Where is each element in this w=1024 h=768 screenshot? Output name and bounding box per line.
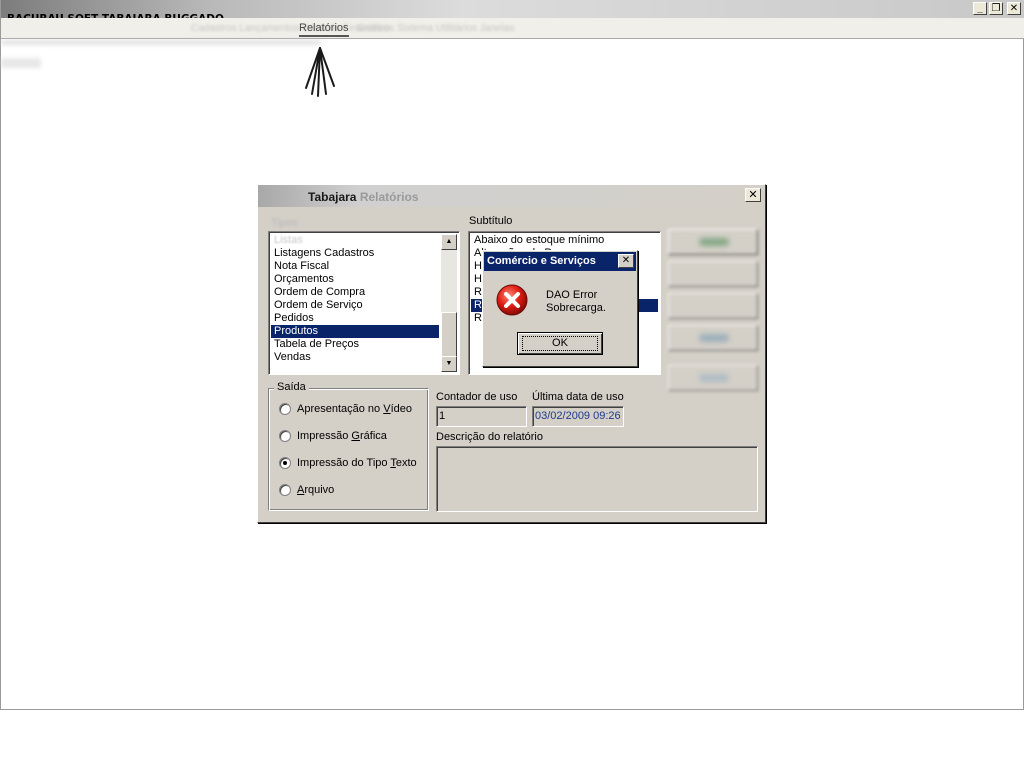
saida-option[interactable]: Apresentação no Vídeo xyxy=(279,403,412,415)
saida-option-label: Impressão do Tipo Texto xyxy=(297,457,417,469)
contador-label: Contador de uso xyxy=(436,391,518,403)
dialog-close-button[interactable]: ✕ xyxy=(745,188,761,202)
radio-button[interactable] xyxy=(279,484,291,496)
close-app-button[interactable]: ✕ xyxy=(1007,2,1021,15)
menu-relatorios[interactable]: Relatórios xyxy=(299,22,349,37)
radio-button[interactable] xyxy=(279,403,291,415)
radio-button[interactable] xyxy=(279,457,291,469)
tipos-label: Tipos xyxy=(271,217,298,229)
subtitulo-list-item[interactable]: Abaixo do estoque mínimo xyxy=(471,234,658,247)
tipos-list-item[interactable]: Ordem de Compra xyxy=(271,286,439,299)
tipos-list-item[interactable]: Vendas xyxy=(271,351,439,364)
tipos-list-item[interactable]: Produtos xyxy=(271,325,439,338)
menubar: Cadastros Lançamentos Controle Financeir… xyxy=(1,18,1024,39)
tipos-scrollbar[interactable]: ▲ ▼ xyxy=(441,234,457,372)
focus-rect xyxy=(522,336,598,351)
error-icon xyxy=(496,284,528,316)
tipos-list-item[interactable]: Listagens Cadastros xyxy=(271,247,439,260)
menu-items-blurred-right[interactable]: Gráficos Sistema Utilitários Janelas xyxy=(357,23,514,34)
saida-option-label: Arquivo xyxy=(297,484,335,496)
ultima-data-field: 03/02/2009 09:26 xyxy=(532,406,624,427)
saida-option-label: Apresentação no Vídeo xyxy=(297,403,412,415)
saida-option[interactable]: Impressão do Tipo Texto xyxy=(279,457,417,469)
print-button[interactable] xyxy=(668,293,758,319)
dialog-title-section: Relatórios xyxy=(359,190,419,204)
error-message: DAO Error Sobrecarga. xyxy=(546,289,606,315)
descricao-field[interactable] xyxy=(436,446,758,512)
error-dialog: Comércio e Serviços ✕ DAO Error Sobrecar… xyxy=(482,250,638,367)
error-titlebar: Comércio e Serviços ✕ xyxy=(484,252,636,271)
error-line-2: Sobrecarga. xyxy=(546,302,606,314)
restore-button[interactable]: ❐ xyxy=(989,2,1003,15)
dialog-title: Tabajara Relatórios xyxy=(308,190,419,204)
dialog-title-app: Tabajara xyxy=(308,190,357,204)
tipos-list-item[interactable]: Nota Fiscal xyxy=(271,260,439,273)
smear xyxy=(1,58,41,68)
setup-button[interactable] xyxy=(668,325,758,351)
preview-button[interactable] xyxy=(668,261,758,287)
saida-title: Saída xyxy=(274,381,309,393)
exit-button[interactable] xyxy=(668,365,758,391)
contador-field: 1 xyxy=(436,406,527,427)
error-title: Comércio e Serviços xyxy=(487,255,596,267)
saida-option-label: Impressão Gráfica xyxy=(297,430,387,442)
tipos-list-item[interactable]: Ordem de Serviço xyxy=(271,299,439,312)
smear xyxy=(1,40,321,45)
tipos-listbox[interactable]: Listas Listagens Cadastros Nota Fiscal Orça… xyxy=(268,231,460,375)
error-line-1: DAO Error xyxy=(546,289,598,301)
descricao-label: Descrição do relatório xyxy=(436,431,543,443)
scroll-up-icon[interactable]: ▲ xyxy=(441,234,457,250)
ultima-data-label: Última data de uso xyxy=(532,391,624,403)
tipos-list-item[interactable]: Tabela de Preços xyxy=(271,338,439,351)
tipos-list-item[interactable]: Orçamentos xyxy=(271,273,439,286)
tipos-list-item[interactable]: Pedidos xyxy=(271,312,439,325)
tipos-list-item[interactable]: Listas xyxy=(271,234,439,247)
ok-button[interactable]: OK xyxy=(517,332,603,355)
error-close-button[interactable]: ✕ xyxy=(618,254,634,268)
scroll-down-icon[interactable]: ▼ xyxy=(441,356,457,372)
saida-group: Saída Apresentação no Vídeo Impressão Grá… xyxy=(268,381,429,511)
scroll-thumb[interactable] xyxy=(441,312,457,358)
subtitulo-label: Subtítulo xyxy=(469,215,513,227)
cursor-icon xyxy=(305,47,335,97)
minimize-button[interactable]: _ xyxy=(973,2,987,15)
radio-button[interactable] xyxy=(279,430,291,442)
saida-option[interactable]: Arquivo xyxy=(279,484,334,496)
saida-option[interactable]: Impressão Gráfica xyxy=(279,430,387,442)
confirm-button[interactable] xyxy=(668,229,758,255)
